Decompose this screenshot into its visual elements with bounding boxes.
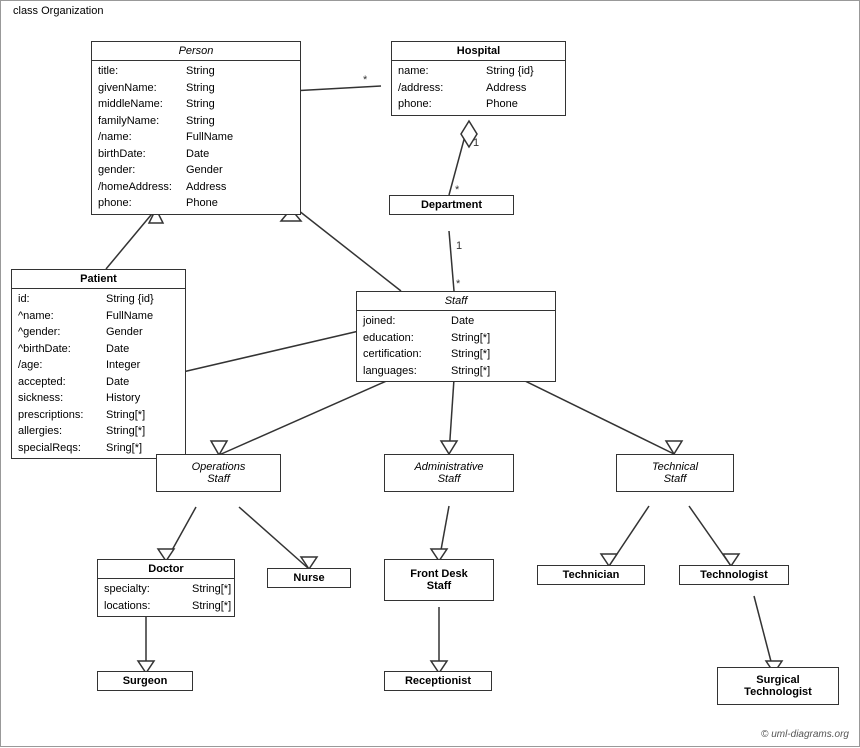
class-staff-title: Staff [357, 292, 555, 311]
diagram-container: class Organization * * 1 * 1 * [0, 0, 860, 747]
class-hospital-body: name:String {id} /address:Address phone:… [392, 61, 565, 115]
class-department-title: Department [390, 196, 513, 214]
class-technical-staff-title: TechnicalStaff [617, 455, 733, 491]
class-receptionist: Receptionist [384, 671, 492, 691]
class-doctor-title: Doctor [98, 560, 234, 579]
class-surgical-technologist-title: SurgicalTechnologist [718, 668, 838, 704]
class-receptionist-title: Receptionist [385, 672, 491, 690]
class-person-title: Person [92, 42, 300, 61]
class-patient-title: Patient [12, 270, 185, 289]
class-technologist-title: Technologist [680, 566, 788, 584]
class-staff: Staff joined:Date education:String[*] ce… [356, 291, 556, 382]
class-technician: Technician [537, 565, 645, 585]
class-technologist: Technologist [679, 565, 789, 585]
svg-text:*: * [456, 278, 461, 290]
class-surgeon-title: Surgeon [98, 672, 192, 690]
class-front-desk-staff-title: Front DeskStaff [385, 560, 493, 600]
class-technician-title: Technician [538, 566, 644, 584]
class-doctor-body: specialty:String[*] locations:String[*] [98, 579, 234, 616]
svg-text:*: * [363, 74, 368, 86]
copyright: © uml-diagrams.org [761, 729, 849, 740]
class-front-desk-staff: Front DeskStaff [384, 559, 494, 601]
class-staff-body: joined:Date education:String[*] certific… [357, 311, 555, 381]
class-doctor: Doctor specialty:String[*] locations:Str… [97, 559, 235, 617]
class-nurse-title: Nurse [268, 569, 350, 587]
class-surgical-technologist: SurgicalTechnologist [717, 667, 839, 705]
class-hospital: Hospital name:String {id} /address:Addre… [391, 41, 566, 116]
class-department: Department [389, 195, 514, 215]
class-nurse: Nurse [267, 568, 351, 588]
svg-text:1: 1 [473, 137, 479, 149]
class-surgeon: Surgeon [97, 671, 193, 691]
class-patient: Patient id:String {id} ^name:FullName ^g… [11, 269, 186, 459]
class-hospital-title: Hospital [392, 42, 565, 61]
class-operations-staff-title: OperationsStaff [157, 455, 280, 491]
svg-text:1: 1 [456, 240, 462, 252]
class-person: Person title:String givenName:String mid… [91, 41, 301, 215]
class-patient-body: id:String {id} ^name:FullName ^gender:Ge… [12, 289, 185, 458]
diagram-title: class Organization [9, 5, 108, 17]
class-person-body: title:String givenName:String middleName… [92, 61, 300, 214]
class-administrative-staff: AdministrativeStaff [384, 454, 514, 492]
class-technical-staff: TechnicalStaff [616, 454, 734, 492]
class-administrative-staff-title: AdministrativeStaff [385, 455, 513, 491]
class-operations-staff: OperationsStaff [156, 454, 281, 492]
